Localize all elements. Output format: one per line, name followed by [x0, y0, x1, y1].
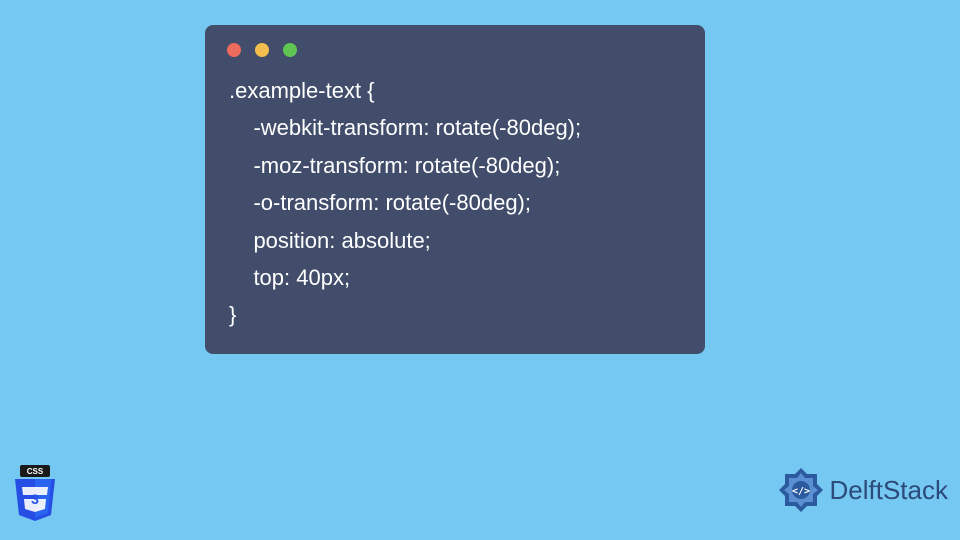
- css-label: CSS: [27, 467, 44, 476]
- minimize-icon[interactable]: [255, 43, 269, 57]
- window-controls: [205, 25, 705, 67]
- code-line: -o-transform: rotate(-80deg);: [229, 190, 531, 215]
- delftstack-logo-icon: </>: [776, 465, 826, 515]
- code-line: top: 40px;: [229, 265, 350, 290]
- css3-logo-icon: CSS 3: [10, 465, 60, 525]
- code-line: position: absolute;: [229, 228, 431, 253]
- close-icon[interactable]: [227, 43, 241, 57]
- code-block: .example-text { -webkit-transform: rotat…: [205, 67, 705, 334]
- code-line: -webkit-transform: rotate(-80deg);: [229, 115, 581, 140]
- code-line: -moz-transform: rotate(-80deg);: [229, 153, 560, 178]
- code-line: .example-text {: [229, 78, 375, 103]
- svg-text:</>: </>: [791, 486, 809, 497]
- zoom-icon[interactable]: [283, 43, 297, 57]
- brand-name: DelftStack: [830, 475, 949, 506]
- svg-text:3: 3: [31, 491, 39, 507]
- code-window: .example-text { -webkit-transform: rotat…: [205, 25, 705, 354]
- code-line: }: [229, 302, 236, 327]
- delftstack-brand: </> DelftStack: [776, 465, 949, 515]
